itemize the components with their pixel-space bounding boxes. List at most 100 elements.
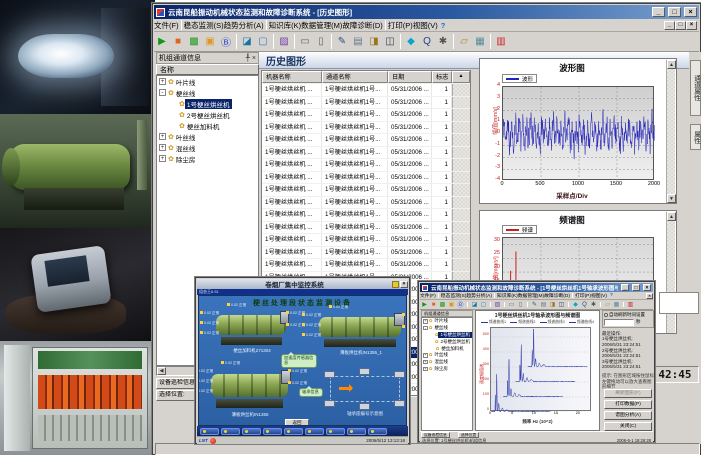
help-icon[interactable]: ? xyxy=(438,21,449,30)
table-row[interactable]: 1号梗丝烘丝机 ...1号梗丝烘丝机1号...05/31/2006 ...1 xyxy=(262,159,470,172)
doc-toolbar-icon[interactable]: ▭ xyxy=(297,34,313,50)
image-toolbar-icon[interactable]: ▨ xyxy=(493,300,502,309)
device-inspect-chip[interactable]: 设备巡检信息 xyxy=(156,378,198,389)
tree-item-0[interactable]: +✿叶片线 xyxy=(422,318,472,325)
folder-toolbar-icon[interactable]: ▱ xyxy=(456,34,472,50)
print-toolbar-icon[interactable]: ▦ xyxy=(612,300,621,309)
scroll-down-icon[interactable]: ▼ xyxy=(667,194,676,203)
scada-min-icon[interactable] xyxy=(392,281,399,288)
restore-button[interactable]: □ xyxy=(668,7,681,17)
menu-item-1[interactable]: 稳态监测(S) xyxy=(184,20,224,31)
balance-toolbar-icon[interactable]: Ⓑ xyxy=(456,300,465,309)
menu-item-4[interactable]: 数据管理(M) xyxy=(301,20,342,31)
scada-close-icon[interactable]: × xyxy=(400,281,408,288)
expand-icon[interactable]: + xyxy=(423,360,427,364)
stop-toolbar-icon[interactable]: ■ xyxy=(170,34,186,50)
table-row[interactable]: 1号梗丝烘丝机 ...1号梗丝烘丝机1号...05/31/2006 ...1 xyxy=(262,147,470,160)
menu-item-3[interactable]: 知识库(K) xyxy=(497,292,518,299)
dock-header[interactable]: 机组通道信息 xyxy=(421,310,473,317)
monitor-green-toolbar-icon[interactable]: ▩ xyxy=(186,34,202,50)
table-row[interactable]: 1号梗丝烘丝机 ...1号梗丝烘丝机1号...05/31/2006 ...1 xyxy=(262,122,470,135)
mdi-minimize-button[interactable]: _ xyxy=(664,21,675,30)
expand-icon[interactable]: + xyxy=(159,155,166,162)
table-row[interactable]: 1号梗丝烘丝机 ...1号梗丝烘丝机1号...05/31/2006 ...1 xyxy=(262,234,470,247)
doc-toolbar-icon[interactable]: ▭ xyxy=(507,300,516,309)
关闭-button[interactable]: 关闭(C) xyxy=(604,422,652,431)
mdi-close-button[interactable]: × xyxy=(686,21,697,30)
taskbar-item[interactable] xyxy=(221,428,240,435)
main-titlebar[interactable]: 云南昆船振动机械状态监测和故障诊断系统 - [历史图形] _ □ × xyxy=(154,5,699,19)
taskbar-item[interactable] xyxy=(368,428,387,435)
tree-item-3[interactable]: ✿2号梗丝烘丝机 xyxy=(157,109,258,120)
scroll-up-icon[interactable]: ▲ xyxy=(667,60,676,69)
tree-item-7[interactable]: +✿除尘房 xyxy=(157,153,258,164)
search-toolbar-icon[interactable]: Q xyxy=(419,34,435,50)
table-row[interactable]: 1号梗丝烘丝机 ...1号梗丝烘丝机1号...05/31/2006 ...1 xyxy=(262,134,470,147)
dock-close-icon[interactable]: × xyxy=(252,55,256,62)
edit-toolbar-icon[interactable]: ✎ xyxy=(334,34,350,50)
menu-item-3[interactable]: 知识库(K) xyxy=(269,20,302,31)
table-row[interactable]: 1号梗丝烘丝机 ...1号梗丝烘丝机1号...05/31/2006 ...1 xyxy=(262,259,470,272)
expand-icon[interactable]: + xyxy=(159,144,166,151)
restore-button[interactable]: □ xyxy=(632,284,640,291)
taskbar-item[interactable] xyxy=(242,428,261,435)
edit-toolbar-icon[interactable]: ✎ xyxy=(530,300,539,309)
refresh-radio[interactable] xyxy=(604,313,608,317)
打印数据-button[interactable]: 打印数据(P) xyxy=(604,400,652,409)
column-header-1[interactable]: 通道名称 xyxy=(322,71,388,83)
tree-item-2[interactable]: ✿1号梗丝烘丝机 xyxy=(157,98,258,109)
gear-toolbar-icon[interactable]: ✱ xyxy=(435,34,451,50)
page-toolbar-icon[interactable]: ▤ xyxy=(539,300,548,309)
tree-item-2[interactable]: ✿1号梗丝烘丝机 xyxy=(422,332,472,339)
tree-item-4[interactable]: ✿梗丝加料机 xyxy=(157,120,258,131)
tree-item-5[interactable]: +✿叶丝线 xyxy=(422,352,472,359)
menu-item-7[interactable]: 视图(V) xyxy=(413,20,438,31)
monitor-orange-toolbar-icon[interactable]: ▣ xyxy=(447,300,456,309)
expand-icon[interactable]: + xyxy=(423,367,427,371)
help-icon[interactable]: ? xyxy=(607,293,616,298)
monitor-green-toolbar-icon[interactable]: ▩ xyxy=(438,300,447,309)
taskbar-item[interactable] xyxy=(347,428,366,435)
menu-item-0[interactable]: 文件(F) xyxy=(154,20,179,31)
tree-item-1[interactable]: -✿梗丝线 xyxy=(422,325,472,332)
taskbar-item[interactable] xyxy=(263,428,282,435)
back-button[interactable]: 返回 xyxy=(285,419,309,426)
menu-item-1[interactable]: 稳态监测(S) xyxy=(441,292,467,299)
analysis-titlebar[interactable]: 云南昆船振动机械状态监测和故障诊断系统 - [1号梗丝烘丝机1号轴承波形图与频谱… xyxy=(420,283,653,292)
expand-icon[interactable]: + xyxy=(159,133,166,140)
open-toolbar-icon[interactable]: ◨ xyxy=(548,300,557,309)
dock-header[interactable]: 机组通道信息 ╀ × xyxy=(156,52,259,64)
spectrum-scrollbar[interactable]: ▲ xyxy=(666,212,675,333)
window-toolbar-icon[interactable]: ▢ xyxy=(255,34,271,50)
menu-item-2[interactable]: 趋势分析(A) xyxy=(224,20,264,31)
machine-dryer-1[interactable]: 0.02 正常0.02 正常0.02 正常0.02 正常0.02 正常0.02 … xyxy=(317,312,405,348)
table-row[interactable]: 1号梗丝烘丝机 ...1号梗丝烘丝机1号...05/31/2006 ...1 xyxy=(262,197,470,210)
expand-icon[interactable]: + xyxy=(423,353,427,357)
tree-item-1[interactable]: -✿梗丝线 xyxy=(157,87,258,98)
note-toolbar-icon[interactable]: ◫ xyxy=(557,300,566,309)
刷新图形-button[interactable]: 刷新图形(F) xyxy=(604,389,652,398)
menu-item-2[interactable]: 趋势分析(A) xyxy=(466,292,492,299)
menu-item-0[interactable]: 文件(F) xyxy=(420,292,436,299)
machine-feeder[interactable]: 0.02 正常0.02 正常0.02 正常0.02 正常0.02 正常0.02 … xyxy=(215,310,289,346)
menu-item-6[interactable]: 打印(P) xyxy=(388,20,413,31)
expand-icon[interactable]: + xyxy=(423,319,427,323)
diamond-toolbar-icon[interactable]: ◆ xyxy=(403,34,419,50)
谱图分析-button[interactable]: 谱图分析(A) xyxy=(604,411,652,420)
scada-titlebar[interactable]: 卷烟厂集中监控系统 × xyxy=(197,279,408,289)
taskbar-item[interactable] xyxy=(305,428,324,435)
gear-toolbar-icon[interactable]: ✱ xyxy=(589,300,598,309)
stop-toolbar-icon[interactable]: ■ xyxy=(429,300,438,309)
start-toolbar-icon[interactable]: ▶ xyxy=(154,34,170,50)
open-toolbar-icon[interactable]: ◨ xyxy=(366,34,382,50)
record-knob-icon[interactable] xyxy=(210,438,216,444)
mdi-close-button[interactable]: × xyxy=(646,293,653,299)
image-toolbar-icon[interactable]: ▨ xyxy=(276,34,292,50)
diamond-toolbar-icon[interactable]: ◆ xyxy=(571,300,580,309)
expand-icon[interactable]: + xyxy=(159,78,166,85)
tree-item-5[interactable]: +✿叶丝线 xyxy=(157,131,258,142)
tree-item-6[interactable]: +✿混丝线 xyxy=(422,359,472,366)
window-toolbar-icon[interactable]: ▢ xyxy=(479,300,488,309)
dock-hscrollbar[interactable]: ◀ xyxy=(156,366,196,376)
tree-item-0[interactable]: +✿叶片线 xyxy=(157,76,258,87)
